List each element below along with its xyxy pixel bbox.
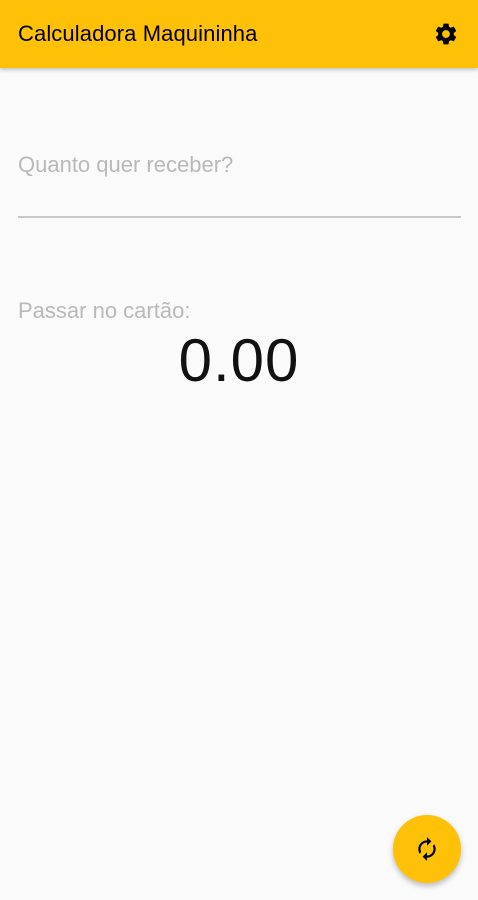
app-title: Calculadora Maquininha (18, 21, 258, 46)
app-bar: Calculadora Maquininha (0, 0, 478, 68)
result-value: 0.00 (178, 327, 300, 394)
result-label: Passar no cartão: (18, 298, 191, 323)
gear-icon (435, 23, 457, 45)
amount-input[interactable] (18, 142, 461, 188)
settings-button[interactable] (426, 14, 466, 54)
app-screen: Calculadora Maquininha Passar no cartão:… (0, 0, 478, 900)
refresh-button[interactable] (393, 815, 461, 883)
amount-field (18, 130, 461, 218)
input-underline (18, 216, 461, 218)
refresh-icon (418, 837, 436, 861)
